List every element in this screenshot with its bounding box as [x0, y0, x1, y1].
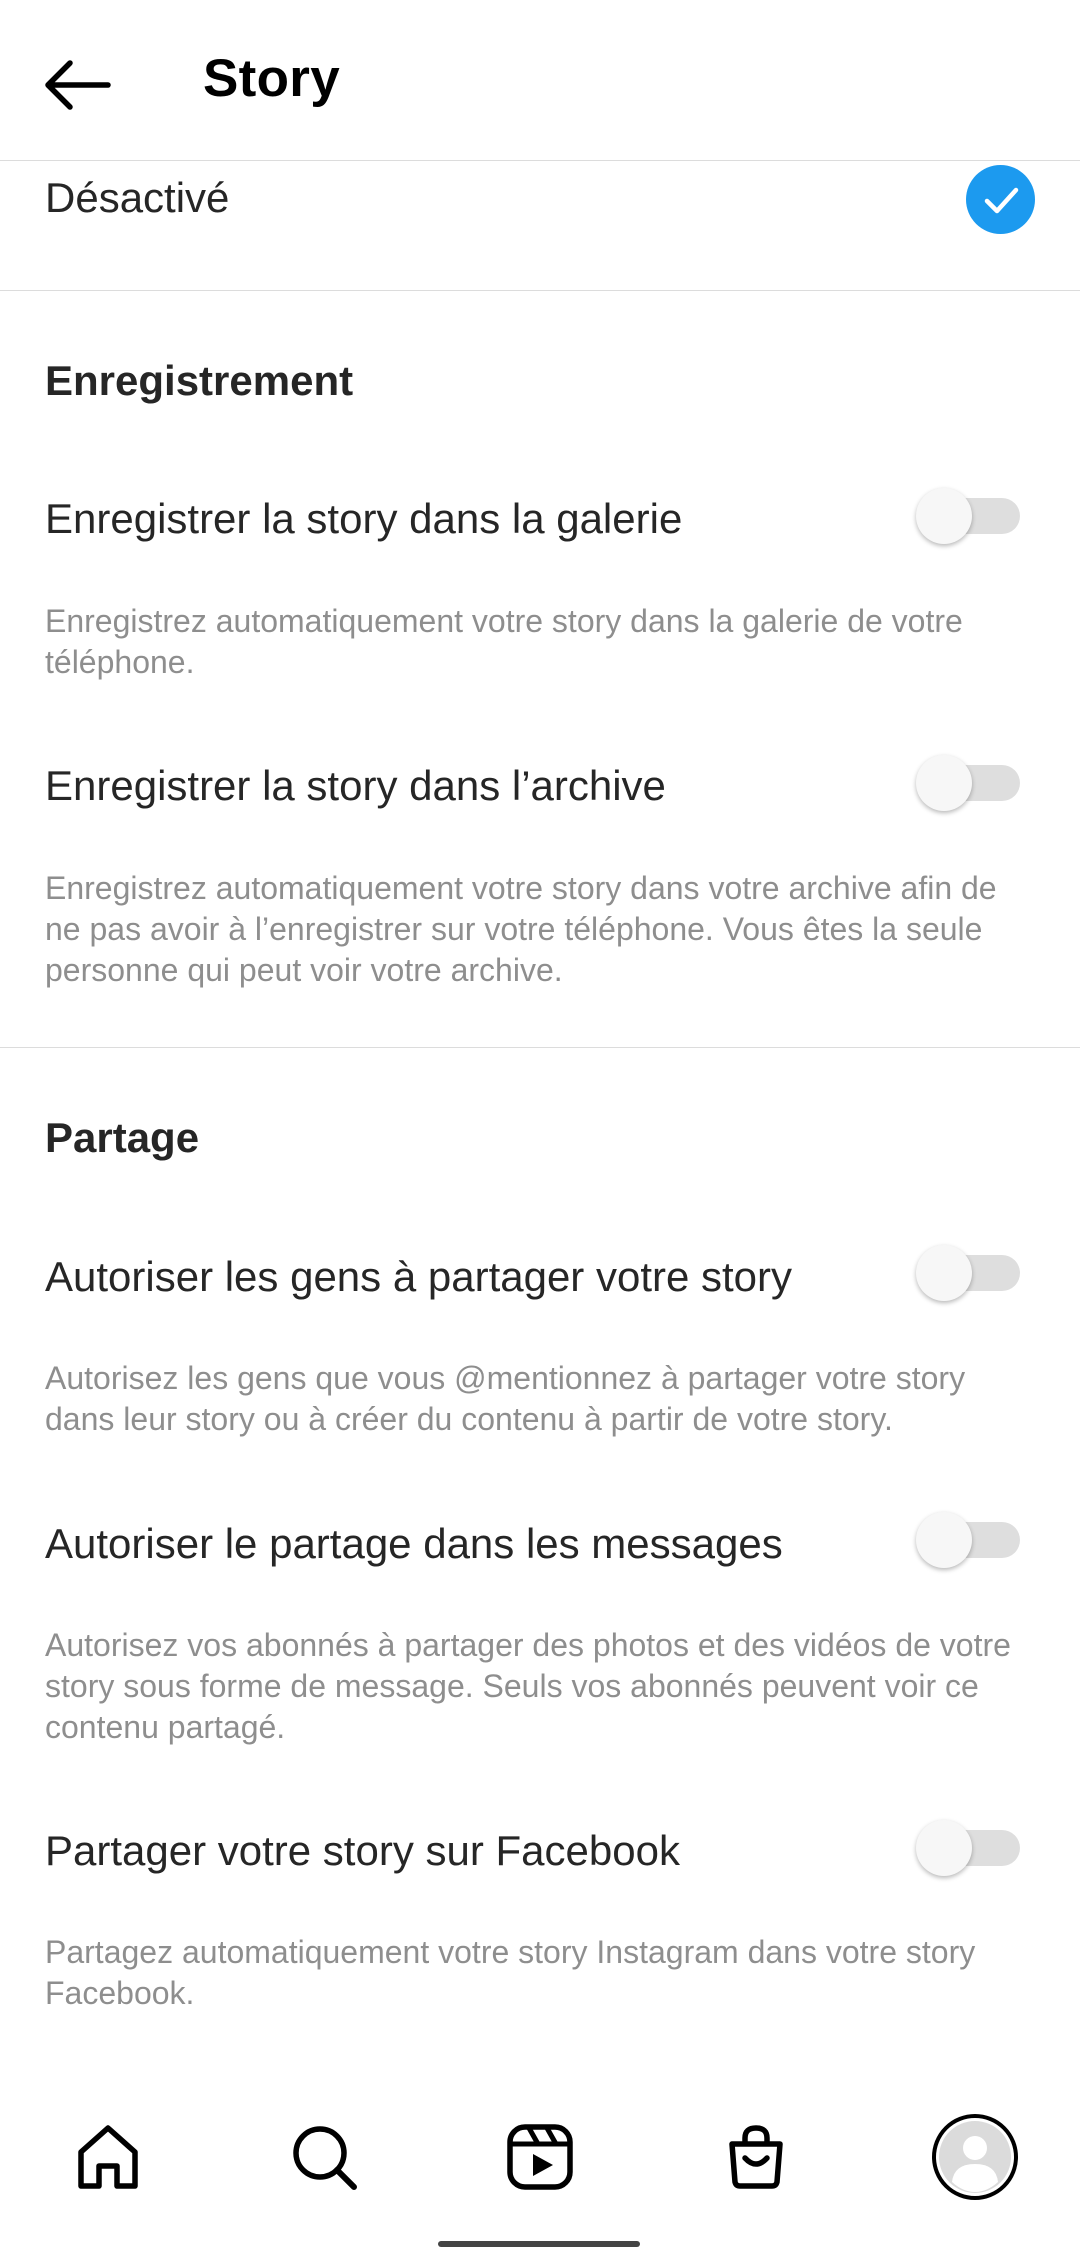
save-to-archive-label: Enregistrer la story dans l’archive [45, 762, 666, 809]
profile-avatar-icon [932, 2114, 1018, 2200]
allow-story-sharing-toggle[interactable] [916, 1245, 1022, 1301]
save-to-gallery-toggle[interactable] [916, 488, 1022, 544]
arrow-left-icon [45, 60, 111, 110]
allow-message-sharing-toggle[interactable] [916, 1512, 1022, 1568]
nav-reels[interactable] [495, 2112, 585, 2202]
save-to-gallery-label: Enregistrer la story dans la galerie [45, 495, 683, 542]
nav-search[interactable] [279, 2112, 369, 2202]
nav-home[interactable] [63, 2112, 153, 2202]
share-to-facebook-toggle[interactable] [916, 1820, 1022, 1876]
allow-story-sharing-description: Autorisez les gens que vous @mentionnez … [45, 1360, 966, 1437]
shop-icon [729, 2125, 783, 2189]
allow-story-sharing-label: Autoriser les gens à partager votre stor… [45, 1253, 793, 1300]
toggle-knob [916, 1512, 972, 1568]
save-to-gallery-description: Enregistrez automatiquement votre story … [45, 603, 963, 680]
save-to-archive-toggle[interactable] [916, 755, 1022, 811]
back-button[interactable] [36, 44, 118, 126]
section-divider [0, 1047, 1080, 1048]
nav-shop[interactable] [711, 2112, 801, 2202]
nav-profile[interactable] [925, 2107, 1025, 2207]
top-bar: Story [0, 0, 1080, 161]
checkmark-icon[interactable] [966, 165, 1035, 234]
toggle-knob [916, 488, 972, 544]
toggle-knob [916, 1245, 972, 1301]
toggle-knob [916, 755, 972, 811]
share-to-facebook-label: Partager votre story sur Facebook [45, 1827, 680, 1874]
story-settings-screen: Story Désactivé Enregistrement Enregistr… [0, 0, 1080, 2263]
reels-icon [507, 2124, 573, 2190]
toggle-knob [916, 1820, 972, 1876]
allow-message-sharing-description: Autorisez vos abonnés à partager des pho… [45, 1627, 1011, 1745]
allow-message-sharing-label: Autoriser le partage dans les messages [45, 1520, 783, 1567]
home-indicator[interactable] [438, 2241, 640, 2247]
save-to-archive-description: Enregistrez automatiquement votre story … [45, 870, 997, 988]
section-title-saving: Enregistrement [45, 357, 354, 404]
search-icon [293, 2126, 357, 2190]
share-to-facebook-description: Partagez automatiquement votre story Ins… [45, 1934, 976, 2011]
visibility-option-label: Désactivé [45, 174, 230, 221]
section-title-sharing: Partage [45, 1114, 200, 1161]
page-title: Story [203, 49, 340, 108]
home-icon [78, 2125, 138, 2189]
